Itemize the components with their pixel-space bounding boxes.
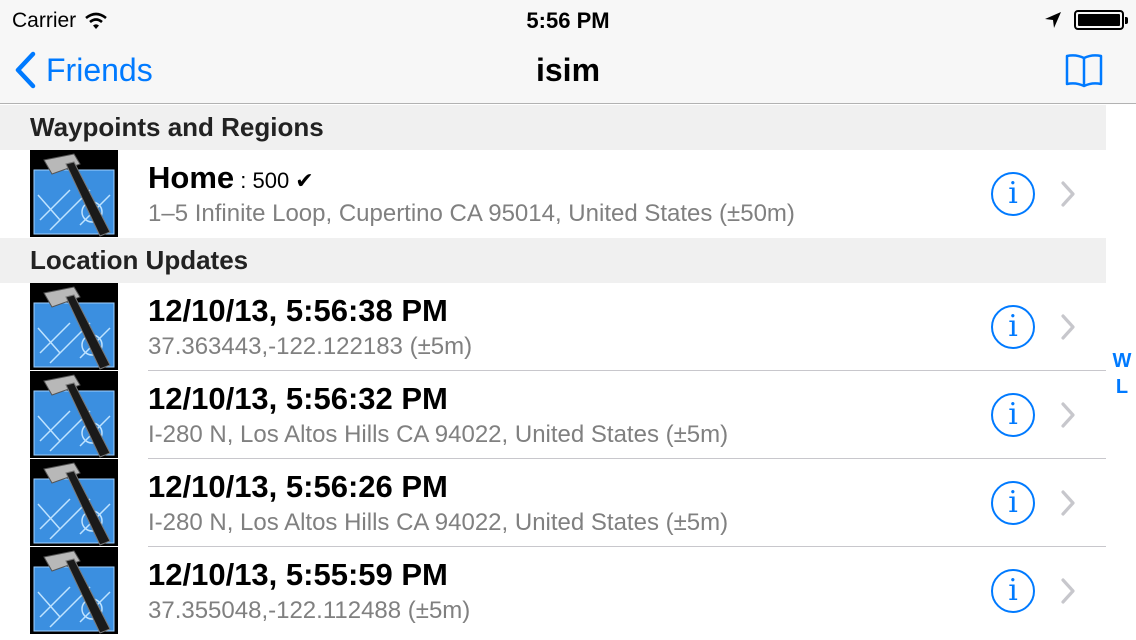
chevron-right-icon — [1061, 402, 1075, 428]
info-icon[interactable]: i — [991, 393, 1035, 437]
section-header: Waypoints and Regions — [0, 105, 1106, 150]
table-row[interactable]: 12/10/13, 5:55:59 PM 37.355048,-122.11248… — [0, 547, 1106, 635]
section-index[interactable]: WL — [1108, 348, 1136, 400]
chevron-right-icon — [1061, 181, 1075, 207]
row-subtitle: 37.355048,-122.112488 (±5m) — [148, 597, 471, 624]
info-icon[interactable]: i — [991, 481, 1035, 525]
row-title: 12/10/13, 5:56:26 PM — [148, 469, 448, 505]
row-title: 12/10/13, 5:55:59 PM — [148, 557, 448, 593]
section-index-letter[interactable]: L — [1108, 374, 1136, 400]
status-right — [1044, 10, 1128, 30]
battery-level-fill — [1078, 14, 1120, 26]
row-title: Home : 500 ✔ — [148, 160, 314, 196]
xcode-app-icon — [30, 150, 118, 237]
info-icon[interactable]: i — [991, 569, 1035, 613]
location-arrow-icon — [1045, 12, 1061, 28]
table-row[interactable]: Home : 500 ✔ 1–5 Infinite Loop, Cupertino… — [0, 150, 1106, 238]
row-subtitle: 37.363443,-122.122183 (±5m) — [148, 333, 473, 360]
table-view[interactable]: Waypoints and Regions Home : 500 ✔ 1–5 Inf… — [0, 105, 1106, 635]
xcode-app-icon — [30, 547, 118, 634]
table-row[interactable]: 12/10/13, 5:56:26 PM I-280 N, Los Altos H… — [0, 459, 1106, 547]
xcode-app-icon — [30, 283, 118, 370]
row-title: 12/10/13, 5:56:32 PM — [148, 381, 448, 417]
row-title: 12/10/13, 5:56:38 PM — [148, 293, 448, 329]
row-title-text: 12/10/13, 5:56:26 PM — [148, 469, 448, 504]
battery-icon — [1074, 10, 1128, 30]
chevron-right-icon — [1061, 490, 1075, 516]
row-title-text: 12/10/13, 5:56:32 PM — [148, 381, 448, 416]
row-subtitle: I-280 N, Los Altos Hills CA 94022, Unite… — [148, 509, 729, 536]
row-subtitle: I-280 N, Los Altos Hills CA 94022, Unite… — [148, 421, 729, 448]
section-header: Location Updates — [0, 238, 1106, 283]
row-title-text: 12/10/13, 5:55:59 PM — [148, 557, 448, 592]
xcode-app-icon — [30, 459, 118, 546]
info-icon[interactable]: i — [991, 172, 1035, 216]
status-bar: Carrier 5:56 PM — [0, 0, 1136, 40]
navigation-bar: Friends isim — [0, 40, 1136, 104]
chevron-right-icon — [1061, 314, 1075, 340]
table-row[interactable]: 12/10/13, 5:56:32 PM I-280 N, Los Altos H… — [0, 371, 1106, 459]
row-subtitle: 1–5 Infinite Loop, Cupertino CA 95014, U… — [148, 200, 795, 227]
section-index-letter[interactable]: W — [1108, 348, 1136, 374]
row-title-suffix: : 500 ✔ — [234, 168, 314, 193]
page-title: isim — [535, 52, 601, 88]
row-title-text: 12/10/13, 5:56:38 PM — [148, 293, 448, 328]
info-icon[interactable]: i — [991, 305, 1035, 349]
status-time: 5:56 PM — [526, 8, 610, 33]
table-row[interactable]: 12/10/13, 5:56:38 PM 37.363443,-122.12218… — [0, 283, 1106, 371]
row-title-text: Home — [148, 160, 235, 195]
xcode-app-icon — [30, 371, 118, 458]
book-icon[interactable] — [1064, 52, 1104, 88]
chevron-right-icon — [1061, 578, 1075, 604]
